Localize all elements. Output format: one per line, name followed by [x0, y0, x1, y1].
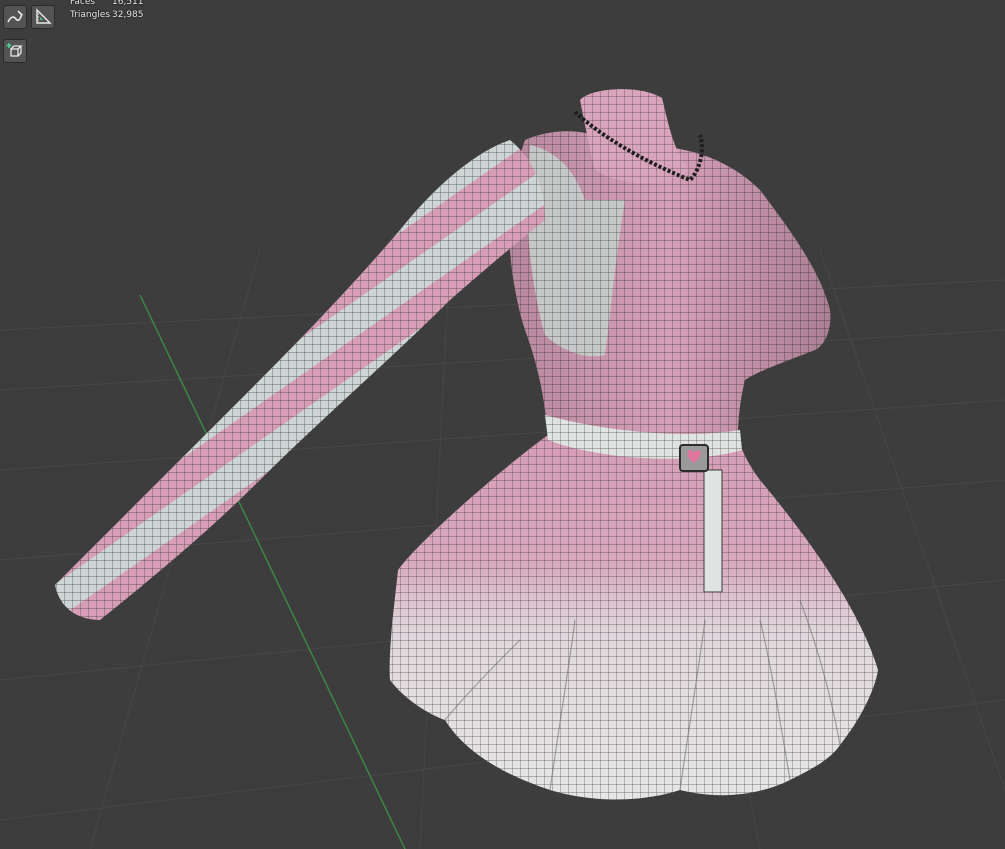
- stats-faces-row: Faces 16,511: [70, 0, 144, 9]
- triangles-label: Triangles: [70, 10, 111, 20]
- faces-label: Faces: [70, 0, 96, 7]
- faces-value: 16,511: [112, 0, 144, 7]
- triangles-value: 32,985: [112, 10, 144, 20]
- annotate-icon: [7, 10, 23, 23]
- add-cube-tool-button[interactable]: [3, 39, 27, 63]
- scene-render[interactable]: [0, 0, 1005, 849]
- belt-strap: [703, 469, 723, 593]
- measure-tool-button[interactable]: [31, 5, 55, 29]
- measure-icon: [36, 8, 52, 24]
- 3d-viewport[interactable]: Faces 16,511 Triangles 32,985: [0, 0, 1005, 849]
- annotate-tool-button[interactable]: [3, 5, 27, 29]
- neck: [580, 89, 690, 184]
- skirt[interactable]: [389, 430, 878, 800]
- add-cube-icon: [6, 43, 23, 57]
- stats-triangles-row: Triangles 32,985: [70, 9, 144, 22]
- scene-statistics: Faces 16,511 Triangles 32,985: [70, 0, 144, 22]
